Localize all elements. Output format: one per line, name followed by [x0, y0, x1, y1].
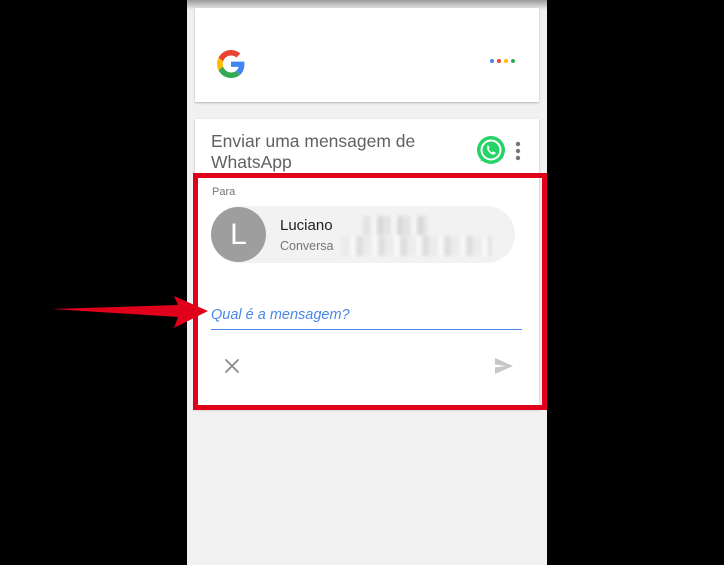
card-title: Enviar uma mensagem de WhatsApp [211, 131, 416, 172]
send-icon[interactable] [494, 357, 514, 375]
redacted-detail-blur [341, 236, 491, 256]
to-label: Para [212, 186, 236, 198]
message-input[interactable] [211, 301, 522, 330]
whatsapp-message-card: Enviar uma mensagem de WhatsApp [195, 119, 539, 409]
phone-screen: Enviar uma mensagem de WhatsApp Para L L… [187, 0, 547, 565]
recipient-chip[interactable]: L Luciano Conversa [211, 206, 515, 263]
google-g-icon [217, 50, 245, 78]
close-icon[interactable] [223, 357, 241, 375]
avatar: L [211, 207, 266, 262]
whatsapp-icon [477, 136, 505, 164]
arrow-right-icon [52, 296, 208, 328]
assistant-dots-icon[interactable] [490, 59, 515, 63]
redacted-name-blur [363, 216, 427, 236]
contact-detail: Conversa [280, 239, 334, 253]
contact-name: Luciano [280, 217, 333, 234]
google-search-card[interactable] [195, 8, 539, 102]
more-vert-icon[interactable] [515, 141, 521, 161]
